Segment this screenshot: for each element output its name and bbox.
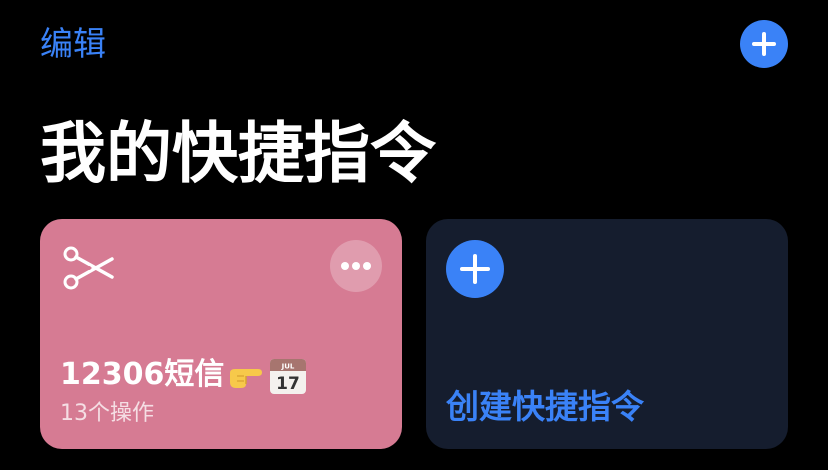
shortcut-title: 12306短信 JUL 17 xyxy=(60,355,308,396)
more-options-button[interactable] xyxy=(330,240,382,292)
calendar-icon: JUL 17 xyxy=(270,358,307,394)
scissors-icon xyxy=(63,246,114,290)
create-shortcut-label: 创建快捷指令 xyxy=(446,387,644,426)
shortcuts-screen: 编辑 我的快捷指令 12306短信 JUL 17 13个操作 创建快捷指令 xyxy=(0,0,828,470)
edit-button[interactable]: 编辑 xyxy=(40,22,106,66)
page-title: 我的快捷指令 xyxy=(40,115,436,192)
add-shortcut-button[interactable] xyxy=(740,20,788,68)
action-count: 13个操作 xyxy=(60,401,154,426)
create-shortcut-plus-button[interactable] xyxy=(446,240,504,298)
calendar-month: JUL xyxy=(281,362,295,370)
plus-icon xyxy=(446,240,504,298)
calendar-day: 17 xyxy=(277,374,301,394)
create-shortcut-card[interactable]: 创建快捷指令 xyxy=(426,219,788,449)
shortcut-card[interactable]: 12306短信 JUL 17 13个操作 xyxy=(40,219,402,449)
plus-icon xyxy=(740,20,788,68)
pointing-right-icon xyxy=(230,368,263,388)
shortcut-name-text: 12306短信 xyxy=(60,357,225,392)
ellipsis-icon xyxy=(330,240,382,292)
